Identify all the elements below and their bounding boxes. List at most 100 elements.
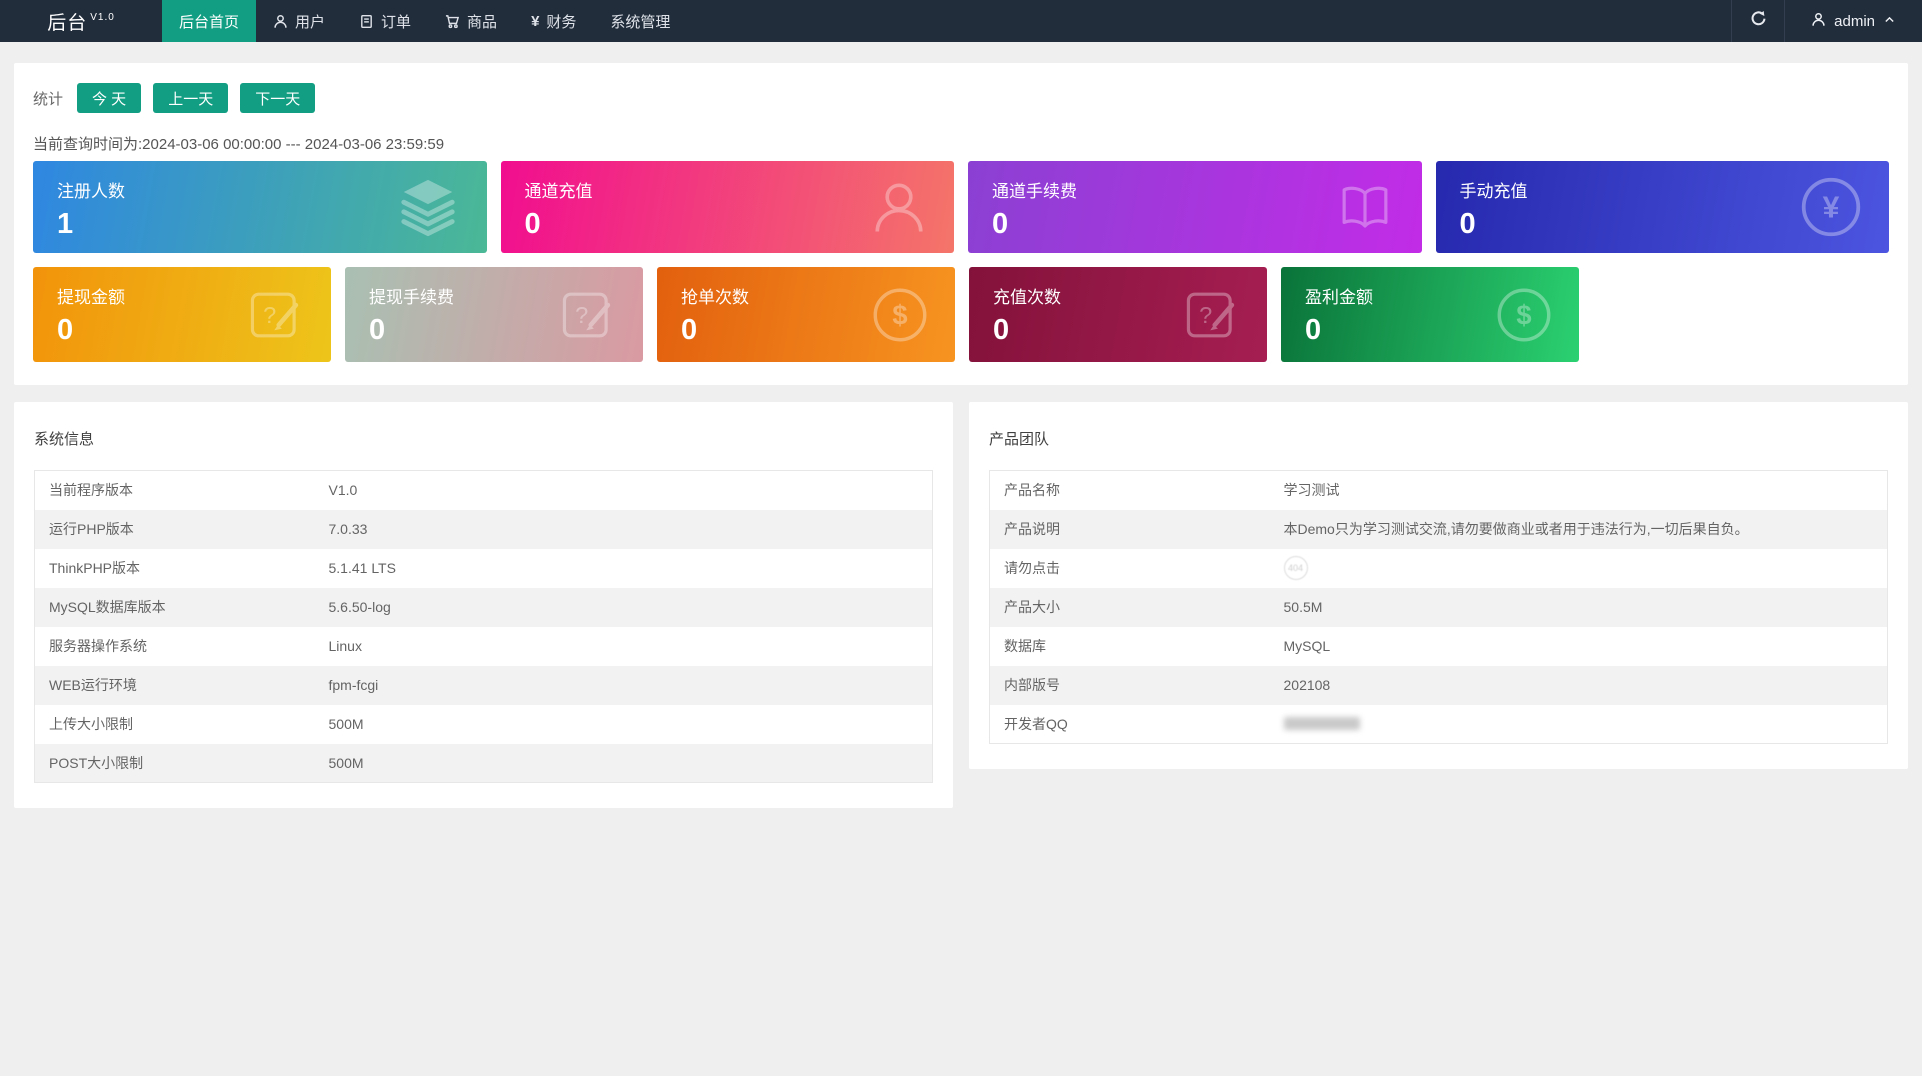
row-label: 产品名称 bbox=[1004, 482, 1060, 499]
row-label: 产品大小 bbox=[1004, 599, 1060, 615]
row-value: Linux bbox=[328, 638, 362, 654]
table-row: 运行PHP版本 7.0.33 bbox=[34, 509, 933, 549]
app-logo: 后台 V1.0 bbox=[0, 0, 162, 42]
row-label: MySQL数据库版本 bbox=[49, 599, 166, 615]
nav-item-users[interactable]: 用户 bbox=[256, 0, 342, 42]
app-version: V1.0 bbox=[90, 11, 115, 23]
app-title: 后台 bbox=[47, 12, 88, 34]
product-team-table: 产品名称 学习测试 产品说明 本Demo只为学习测试交流,请勿要做商业或者用于违… bbox=[989, 470, 1888, 744]
previous-day-button[interactable]: 上一天 bbox=[153, 83, 229, 113]
table-row: 开发者QQ bbox=[990, 705, 1888, 744]
row-value: fpm-fcgi bbox=[328, 677, 379, 693]
table-row: 当前程序版本 V1.0 bbox=[35, 471, 933, 510]
yen-icon: ¥ bbox=[531, 12, 540, 30]
row-label: 数据库 bbox=[1004, 638, 1046, 654]
system-info-table: 当前程序版本 V1.0 运行PHP版本 7.0.33 ThinkPHP版本 5.… bbox=[34, 470, 933, 783]
edit-doc-icon: ? bbox=[1183, 286, 1241, 344]
nav-item-label: 用户 bbox=[295, 13, 326, 31]
row-label: WEB运行环境 bbox=[49, 677, 137, 693]
page-content: 统计 今 天 上一天 下一天 当前查询时间为:2024-03-06 00:00:… bbox=[14, 63, 1908, 808]
refresh-button[interactable] bbox=[1731, 0, 1786, 42]
row-label: 运行PHP版本 bbox=[49, 521, 134, 537]
table-row: 服务器操作系统 Linux bbox=[35, 627, 933, 666]
row-label: POST大小限制 bbox=[49, 754, 144, 771]
stat-card-row-1: 注册人数 1 通道充值 0 通道手续费 0 手动充值 0 ¥ bbox=[33, 161, 1889, 253]
svg-text:?: ? bbox=[263, 302, 276, 328]
row-label: ThinkPHP版本 bbox=[49, 560, 141, 576]
row-value bbox=[1270, 705, 1888, 744]
nav-item-finance[interactable]: ¥ 财务 bbox=[514, 0, 593, 42]
row-label: 当前程序版本 bbox=[49, 482, 133, 499]
table-row: 产品名称 学习测试 bbox=[990, 471, 1888, 510]
row-value: 5.6.50-log bbox=[328, 599, 391, 615]
stat-card-manual-recharge: 手动充值 0 ¥ bbox=[1435, 161, 1889, 253]
username: admin bbox=[1834, 12, 1875, 30]
yen-circle-icon: ¥ bbox=[1799, 175, 1863, 239]
edit-doc-icon: ? bbox=[559, 286, 617, 344]
svg-text:?: ? bbox=[575, 302, 588, 328]
system-info-panel: 系统信息 当前程序版本 V1.0 运行PHP版本 7.0.33 ThinkPHP… bbox=[14, 402, 953, 808]
table-row: 产品大小 50.5M bbox=[989, 587, 1888, 627]
nav-item-label: 商品 bbox=[467, 13, 498, 31]
nav-item-dashboard[interactable]: 后台首页 bbox=[162, 0, 257, 42]
row-value: 学习测试 bbox=[1283, 482, 1340, 499]
bottom-section: 系统信息 当前程序版本 V1.0 运行PHP版本 7.0.33 ThinkPHP… bbox=[14, 402, 1908, 808]
open-book-icon bbox=[1334, 178, 1396, 236]
stat-card-grab-order-count: 抢单次数 0 $ bbox=[657, 267, 955, 362]
nav-item-label: 订单 bbox=[381, 13, 412, 31]
do-not-click-badge[interactable]: 404 bbox=[1283, 556, 1308, 580]
dollar-circle-icon: $ bbox=[871, 286, 929, 344]
table-row: ThinkPHP版本 5.1.41 LTS bbox=[35, 549, 933, 588]
cart-icon bbox=[445, 14, 460, 29]
developer-qq-blurred-value bbox=[1283, 717, 1360, 731]
row-label: 服务器操作系统 bbox=[49, 638, 147, 654]
nav-item-goods[interactable]: 商品 bbox=[428, 0, 514, 42]
nav-item-system[interactable]: 系统管理 bbox=[593, 0, 687, 42]
row-label: 开发者QQ bbox=[1004, 715, 1068, 732]
svg-text:¥: ¥ bbox=[1823, 191, 1840, 224]
row-value: V1.0 bbox=[328, 482, 358, 499]
table-row: POST大小限制 500M bbox=[34, 743, 933, 783]
row-value: MySQL bbox=[1283, 638, 1331, 654]
row-label: 请勿点击 bbox=[1004, 560, 1060, 576]
row-value: 500M bbox=[328, 754, 364, 771]
user-menu[interactable]: admin bbox=[1785, 0, 1922, 42]
document-icon bbox=[359, 14, 374, 29]
today-button[interactable]: 今 天 bbox=[77, 83, 142, 113]
row-label: 产品说明 bbox=[1004, 521, 1060, 537]
table-row: 数据库 MySQL bbox=[990, 627, 1888, 666]
stat-card-row-2: 提现金额 0 ? 提现手续费 0 ? 抢单次数 0 $ 充值次数 0 ? 盈利金… bbox=[33, 267, 1889, 362]
stat-card-registered-users: 注册人数 1 bbox=[33, 161, 487, 253]
row-value: 500M bbox=[328, 716, 364, 732]
stats-header: 统计 今 天 上一天 下一天 bbox=[33, 83, 1889, 113]
chevron-up-icon bbox=[1883, 13, 1896, 30]
product-team-title: 产品团队 bbox=[989, 431, 1050, 448]
stat-card-withdraw-amount: 提现金额 0 ? bbox=[33, 267, 331, 362]
refresh-icon bbox=[1750, 10, 1767, 32]
top-navbar: 后台 V1.0 后台首页 用户 订单 商品 ¥ 财务 系统管理 admin bbox=[0, 0, 1922, 42]
navbar-right: admin bbox=[1731, 0, 1922, 42]
row-label: 内部版号 bbox=[1004, 677, 1060, 693]
person-outline-icon bbox=[870, 177, 928, 237]
nav-item-label: 系统管理 bbox=[610, 13, 671, 31]
svg-text:?: ? bbox=[1199, 302, 1212, 328]
nav-item-orders[interactable]: 订单 bbox=[342, 0, 428, 42]
main-nav: 后台首页 用户 订单 商品 ¥ 财务 系统管理 bbox=[162, 0, 687, 42]
edit-doc-icon: ? bbox=[247, 286, 305, 344]
row-value: 7.0.33 bbox=[328, 521, 368, 537]
table-row: 上传大小限制 500M bbox=[35, 705, 933, 744]
user-icon bbox=[273, 14, 288, 29]
stats-panel: 统计 今 天 上一天 下一天 当前查询时间为:2024-03-06 00:00:… bbox=[14, 63, 1908, 385]
user-icon bbox=[1811, 12, 1826, 31]
table-row: 产品说明 本Demo只为学习测试交流,请勿要做商业或者用于违法行为,一切后果自负… bbox=[989, 509, 1888, 549]
stat-card-profit-amount: 盈利金额 0 $ bbox=[1281, 267, 1579, 362]
next-day-button[interactable]: 下一天 bbox=[240, 83, 316, 113]
nav-item-label: 后台首页 bbox=[179, 13, 240, 31]
stat-card-withdraw-fee: 提现手续费 0 ? bbox=[345, 267, 643, 362]
row-value: 50.5M bbox=[1283, 599, 1323, 615]
product-team-panel: 产品团队 产品名称 学习测试 产品说明 本Demo只为学习测试交流,请勿要做商业… bbox=[969, 402, 1908, 769]
table-row: 请勿点击 404 bbox=[990, 549, 1888, 588]
system-info-title: 系统信息 bbox=[34, 431, 95, 448]
row-value: 202108 bbox=[1283, 677, 1331, 693]
query-time-text: 当前查询时间为:2024-03-06 00:00:00 --- 2024-03-… bbox=[33, 136, 445, 153]
